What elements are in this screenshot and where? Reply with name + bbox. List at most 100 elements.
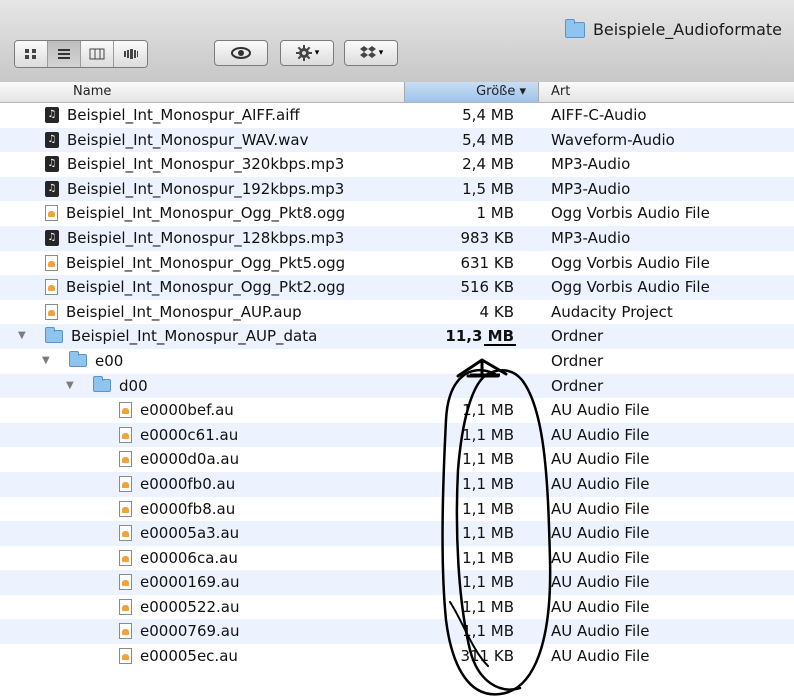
file-name: Beispiel_Int_Monospur_AUP_data	[71, 327, 318, 346]
cell-name: e0000769.au	[119, 622, 240, 640]
file-type: Ogg Vorbis Audio File	[551, 204, 710, 223]
table-row[interactable]: e0000522.au 1,1 MB AU Audio File	[0, 595, 794, 620]
chevron-down-icon: ▾	[314, 48, 320, 58]
file-size: 1,1 MB	[462, 425, 514, 444]
table-row[interactable]: ▼ e00 Ordner	[0, 349, 794, 374]
document-icon	[119, 598, 132, 615]
cell-name: e0000fb0.au	[119, 475, 235, 493]
file-size: 631 KB	[460, 253, 514, 272]
file-size: 516 KB	[460, 278, 514, 297]
file-name: e00006ca.au	[140, 548, 238, 567]
document-icon	[45, 279, 58, 296]
cell-name: ♫ Beispiel_Int_Monospur_WAV.wav	[45, 131, 308, 149]
table-row[interactable]: e0000169.au 1,1 MB AU Audio File	[0, 570, 794, 595]
cell-name: ♫ Beispiel_Int_Monospur_320kbps.mp3	[45, 155, 344, 173]
table-row[interactable]: e00005ec.au 311 KB AU Audio File	[0, 644, 794, 669]
file-type: Ogg Vorbis Audio File	[551, 278, 710, 297]
icon-view-button[interactable]	[15, 41, 48, 67]
table-row[interactable]: Beispiel_Int_Monospur_Ogg_Pkt2.ogg 516 KB…	[0, 275, 794, 300]
audio-file-icon: ♫	[45, 180, 59, 197]
file-type: Waveform-Audio	[551, 130, 675, 149]
action-menu-button[interactable]: ▾	[280, 40, 334, 66]
dropbox-menu-button[interactable]: ▾	[344, 40, 398, 66]
table-row[interactable]: Beispiel_Int_Monospur_AUP.aup 4 KB Audacit…	[0, 300, 794, 325]
file-size: 2,4 MB	[462, 155, 514, 174]
table-row[interactable]: ♫ Beispiel_Int_Monospur_192kbps.mp3 1,5 MB…	[0, 176, 794, 202]
document-icon	[119, 426, 132, 443]
file-type: Ordner	[551, 327, 604, 346]
table-row[interactable]: ♫ Beispiel_Int_Monospur_AIFF.aiff 5,4 MB AI…	[0, 103, 794, 128]
file-size: 1,1 MB	[462, 622, 514, 641]
gear-icon	[295, 45, 312, 61]
table-row[interactable]: ♫ Beispiel_Int_Monospur_320kbps.mp3 2,4 MB…	[0, 152, 794, 177]
file-name: Beispiel_Int_Monospur_Ogg_Pkt5.ogg	[66, 253, 346, 272]
file-type: AU Audio File	[551, 548, 650, 567]
table-row[interactable]: Beispiel_Int_Monospur_Ogg_Pkt8.ogg 1 MB Og…	[0, 201, 794, 226]
file-type: Ordner	[551, 376, 604, 395]
folder-icon	[45, 326, 63, 343]
document-icon	[45, 205, 58, 222]
file-size: 1,1 MB	[462, 499, 514, 518]
table-row[interactable]: e0000fb0.au 1,1 MB AU Audio File	[0, 471, 794, 497]
document-icon	[45, 303, 58, 320]
column-header-name[interactable]: Name	[73, 84, 111, 99]
cell-name: ♫ Beispiel_Int_Monospur_128kbps.mp3	[45, 229, 344, 247]
table-row[interactable]: e0000d0a.au 1,1 MB AU Audio File	[0, 447, 794, 472]
table-row[interactable]: e00006ca.au 1,1 MB AU Audio File	[0, 546, 794, 571]
table-row[interactable]: ▼ Beispiel_Int_Monospur_AUP_data 11,3 MB Or…	[0, 324, 794, 349]
cell-name: e0000bef.au	[119, 401, 234, 419]
table-row[interactable]: ♫ Beispiel_Int_Monospur_WAV.wav 5,4 MB Wave…	[0, 127, 794, 153]
file-size: 1,1 MB	[462, 548, 514, 567]
cell-name: e0000d0a.au	[119, 450, 239, 468]
coverflow-view-button[interactable]	[114, 41, 147, 67]
file-type: MP3-Audio	[551, 179, 631, 198]
file-size: 1,1 MB	[462, 524, 514, 543]
document-icon	[119, 451, 132, 468]
disclosure-triangle-icon[interactable]: ▼	[18, 330, 26, 341]
file-name: e0000c61.au	[140, 425, 239, 444]
table-row[interactable]: e0000769.au 1,1 MB AU Audio File	[0, 619, 794, 645]
cell-name: Beispiel_Int_Monospur_Ogg_Pkt2.ogg	[45, 278, 345, 296]
column-view-button[interactable]	[81, 41, 114, 67]
disclosure-triangle-icon[interactable]: ▼	[42, 355, 50, 366]
folder-icon	[93, 376, 111, 393]
folder-icon	[69, 351, 87, 368]
quicklook-button[interactable]	[214, 40, 268, 66]
file-list: ♫ Beispiel_Int_Monospur_AIFF.aiff 5,4 MB AI…	[0, 103, 794, 669]
file-name: e0000bef.au	[140, 401, 234, 420]
file-name: Beispiel_Int_Monospur_320kbps.mp3	[67, 155, 345, 174]
column-header-type[interactable]: Art	[551, 84, 570, 99]
cell-name: e0000522.au	[119, 598, 240, 616]
table-row[interactable]: e0000fb8.au 1,1 MB AU Audio File	[0, 497, 794, 522]
file-size: 311 KB	[460, 647, 514, 666]
file-name: Beispiel_Int_Monospur_192kbps.mp3	[67, 179, 345, 198]
audio-file-icon: ♫	[45, 156, 59, 173]
file-type: AU Audio File	[551, 573, 650, 592]
cell-name: ♫ Beispiel_Int_Monospur_AIFF.aiff	[45, 106, 300, 124]
document-icon	[119, 525, 132, 542]
file-name: e0000522.au	[140, 597, 240, 616]
table-row[interactable]: ♫ Beispiel_Int_Monospur_128kbps.mp3 983 KB…	[0, 225, 794, 251]
file-type: MP3-Audio	[551, 228, 631, 247]
table-row[interactable]: ▼ d00 Ordner	[0, 373, 794, 399]
column-header-size[interactable]: Größe ▾	[404, 82, 539, 102]
document-icon	[45, 254, 58, 271]
cell-name: ♫ Beispiel_Int_Monospur_192kbps.mp3	[45, 180, 344, 198]
table-row[interactable]: e0000c61.au 1,1 MB AU Audio File	[0, 422, 794, 448]
table-row[interactable]: Beispiel_Int_Monospur_Ogg_Pkt5.ogg 631 KB…	[0, 251, 794, 276]
file-type: AU Audio File	[551, 425, 650, 444]
cell-name: e00006ca.au	[119, 549, 238, 567]
cell-name: Beispiel_Int_Monospur_AUP_data	[45, 326, 318, 346]
window-title-text: Beispiele_Audioformate	[592, 20, 782, 39]
file-name: e0000769.au	[140, 622, 240, 641]
file-type: AU Audio File	[551, 474, 650, 493]
document-icon	[119, 648, 132, 665]
table-row[interactable]: e00005a3.au 1,1 MB AU Audio File	[0, 521, 794, 546]
table-row[interactable]: e0000bef.au 1,1 MB AU Audio File	[0, 398, 794, 423]
cell-name: Beispiel_Int_Monospur_AUP.aup	[45, 303, 302, 321]
disclosure-triangle-icon[interactable]: ▼	[66, 380, 74, 391]
dropbox-icon	[359, 46, 376, 58]
document-icon	[119, 500, 132, 517]
list-view-button[interactable]	[48, 41, 81, 67]
file-name: Beispiel_Int_Monospur_AUP.aup	[66, 302, 302, 321]
